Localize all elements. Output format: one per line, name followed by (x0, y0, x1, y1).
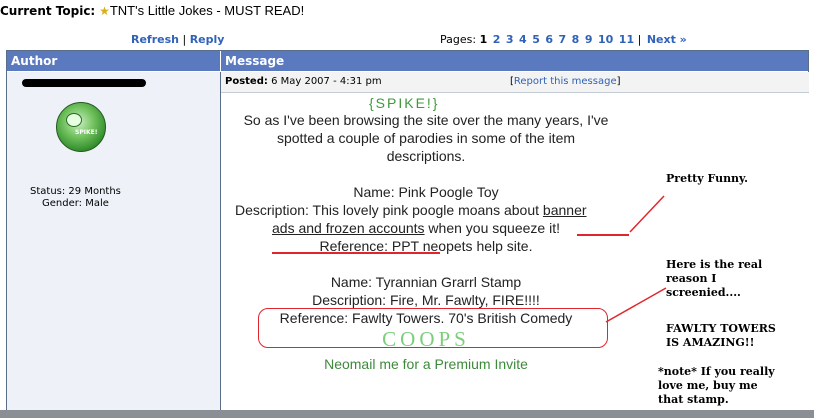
callout-connector-reason (605, 287, 667, 323)
callout-pretty-funny: Pretty Funny. (666, 172, 749, 185)
callout-connector-funny (629, 195, 665, 233)
bottom-border (0, 410, 814, 418)
callout-real-reason: Here is the real reason I screenied.... (666, 258, 763, 299)
callout-note: *note* If you really love me, buy me tha… (658, 365, 779, 407)
callout-fawlty-towers: FAWLTY TOWERS IS AMAZING!! (666, 322, 776, 349)
annotation-connectors (605, 195, 667, 323)
